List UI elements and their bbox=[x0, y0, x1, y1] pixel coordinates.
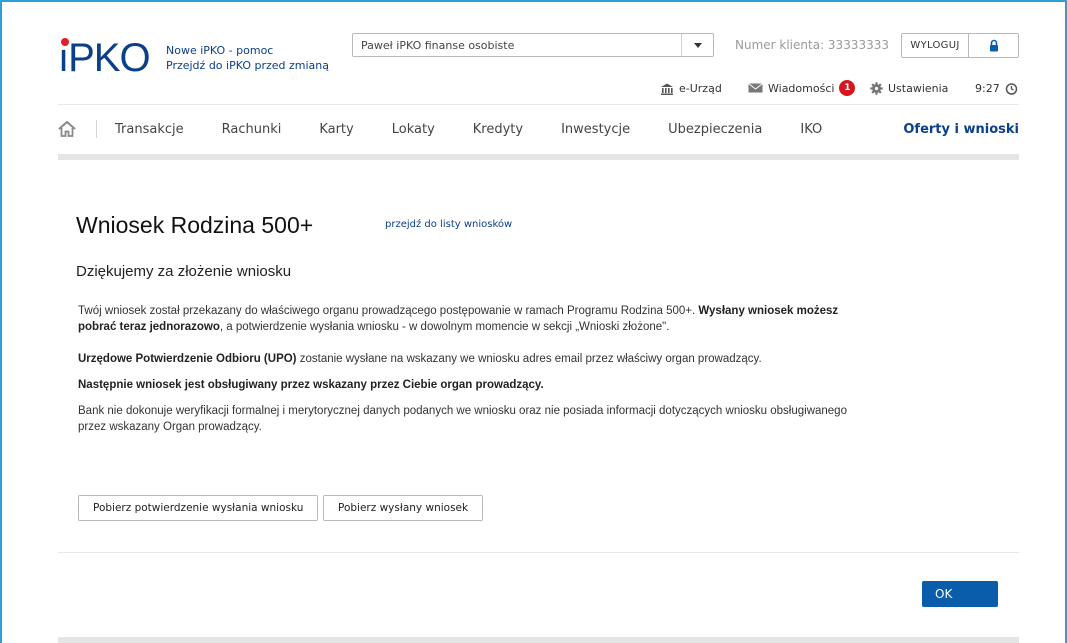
settings-link[interactable]: Ustawienia bbox=[870, 82, 948, 95]
nav-item-ubezpieczenia[interactable]: Ubezpieczenia bbox=[668, 122, 762, 137]
nav-item-transakcje[interactable]: Transakcje bbox=[115, 122, 184, 137]
messages-count-badge: 1 bbox=[839, 80, 856, 96]
applications-list-link[interactable]: przejdź do listy wniosków bbox=[385, 219, 512, 230]
nav-item-rachunki[interactable]: Rachunki bbox=[222, 122, 282, 137]
content-divider bbox=[58, 552, 1019, 553]
account-select[interactable] bbox=[352, 33, 714, 57]
timer-icon bbox=[1005, 83, 1017, 95]
session-timer: 9:27 bbox=[975, 82, 1018, 95]
nav-item-iko[interactable]: IKO bbox=[800, 122, 822, 137]
settings-label: Ustawienia bbox=[888, 82, 949, 95]
lock-button[interactable] bbox=[969, 33, 1019, 58]
nav-item-karty[interactable]: Karty bbox=[319, 122, 353, 137]
nav-item-oferty-i-wnioski[interactable]: Oferty i wnioski bbox=[903, 122, 1019, 137]
lock-icon bbox=[989, 39, 998, 52]
account-select-input[interactable] bbox=[353, 34, 673, 57]
logout-button[interactable]: WYLOGUJ bbox=[901, 33, 969, 58]
home-button[interactable] bbox=[58, 121, 96, 137]
home-icon bbox=[58, 121, 76, 137]
info-paragraph-upo: Urzędowe Potwierdzenie Odbioru (UPO) zos… bbox=[78, 353, 762, 365]
e-urzad-label: e-Urząd bbox=[679, 82, 722, 95]
nav-item-kredyty[interactable]: Kredyty bbox=[473, 122, 523, 137]
main-nav: Transakcje Rachunki Karty Lokaty Kredyty… bbox=[58, 118, 1019, 140]
nav-top-divider bbox=[58, 104, 1019, 105]
nav-item-inwestycje[interactable]: Inwestycje bbox=[561, 122, 630, 137]
e-urzad-link[interactable]: e-Urząd bbox=[660, 82, 722, 95]
info-paragraph-disclaimer: Bank nie dokonuje weryfikacji formalnej … bbox=[78, 405, 847, 433]
session-time: 9:27 bbox=[975, 82, 1000, 95]
thank-you-heading: Dziękujemy za złożenie wniosku bbox=[76, 263, 292, 280]
footer-band bbox=[58, 637, 1019, 643]
ipko-logo[interactable]: ıPKO bbox=[58, 38, 151, 78]
messages-link[interactable]: Wiadomości 1 bbox=[748, 80, 856, 96]
old-ipko-link[interactable]: Przejdź do iPKO przed zmianą bbox=[166, 59, 329, 72]
download-confirmation-button[interactable]: Pobierz potwierdzenie wysłania wniosku bbox=[78, 495, 319, 521]
gear-icon bbox=[870, 82, 883, 95]
client-number: Numer klienta: 33333333 bbox=[735, 38, 890, 52]
info-paragraph-processing: Następnie wniosek jest obsługiwany przez… bbox=[78, 379, 544, 391]
new-ipko-help-link[interactable]: Nowe iPKO - pomoc bbox=[166, 44, 273, 57]
nav-item-lokaty[interactable]: Lokaty bbox=[392, 122, 435, 137]
government-building-icon bbox=[661, 83, 673, 95]
envelope-icon bbox=[748, 83, 763, 93]
nav-separator bbox=[96, 120, 97, 138]
download-application-button[interactable]: Pobierz wysłany wniosek bbox=[323, 495, 484, 521]
page-title: Wniosek Rodzina 500+ bbox=[76, 212, 314, 238]
ok-button[interactable]: OK bbox=[922, 581, 998, 607]
info-paragraph-1: Twój wniosek został przekazany do właści… bbox=[78, 305, 839, 333]
chevron-down-icon[interactable] bbox=[681, 34, 713, 56]
nav-bottom-band bbox=[58, 154, 1019, 160]
messages-label: Wiadomości bbox=[768, 81, 835, 95]
logo-dot bbox=[61, 38, 69, 46]
